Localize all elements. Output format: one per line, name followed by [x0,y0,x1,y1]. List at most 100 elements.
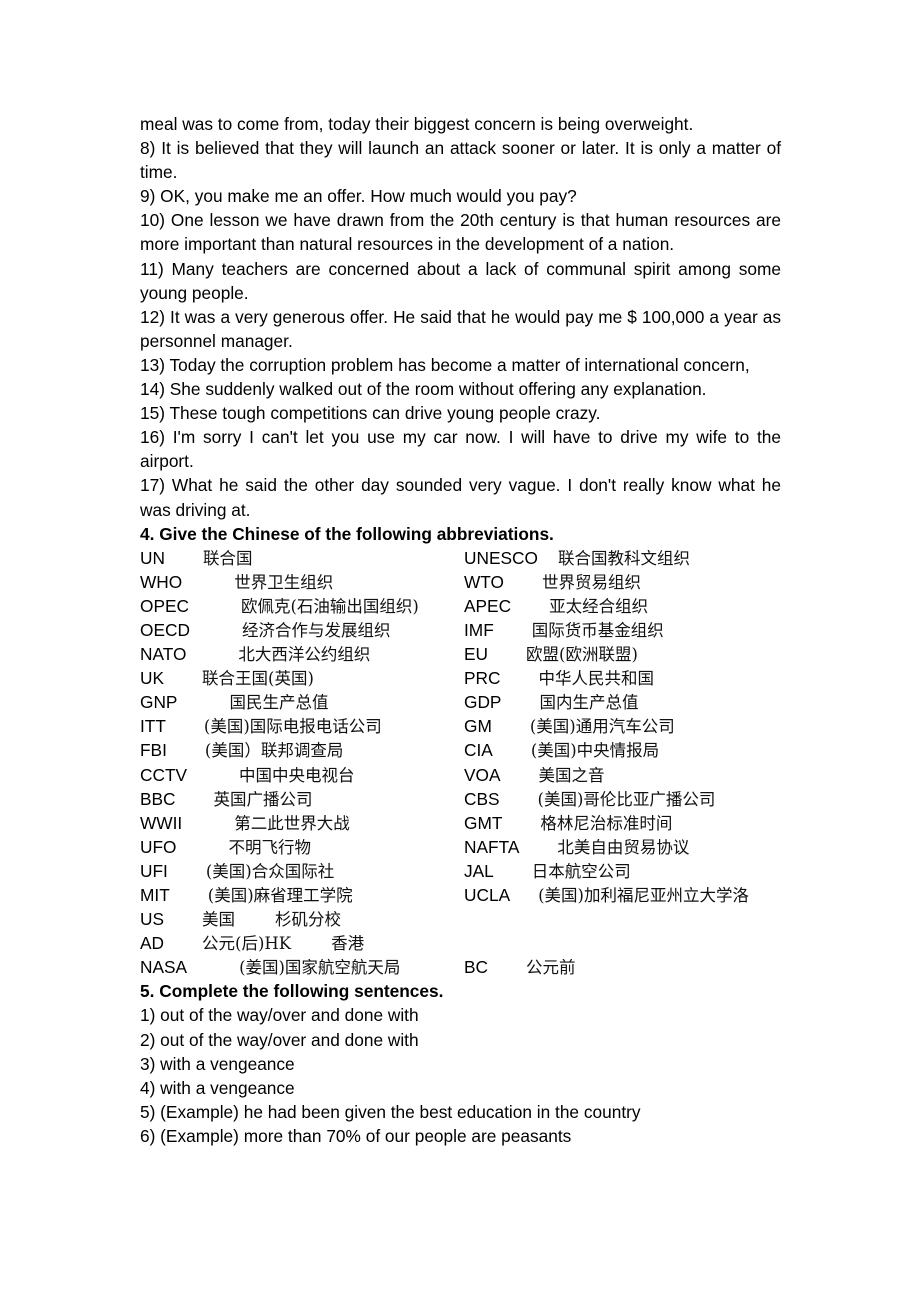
chinese-translation: 美国之音 [538,765,605,785]
abbreviation-row: NASA (姜国)国家航空航天局 BC 公元前 [140,955,781,979]
abbreviation-entry-right: IMF 国际货币基金组织 [464,618,664,643]
sentence-10: 10) One lesson we have drawn from the 20… [140,210,781,255]
abbreviation: VOA [464,764,501,785]
abbreviation-row: UFI (美国)合众国际社 JAL 日本航空公司 [140,859,781,883]
chinese-translation: 公元(后)HK [202,934,292,954]
chinese-translation: (美国)中央情报局 [530,741,660,761]
chinese-translation: 不明飞行物 [228,837,311,857]
section5-heading: 5. Complete the following sentences. [140,981,444,1002]
sentence-7-tail: meal was to come from, today their bigge… [140,114,694,134]
answer-1: 1) out of the way/over and done with [140,1005,419,1026]
abbreviation-row: ITT (美国)国际电报电话公司 GM (美国)通用汽车公司 [140,714,781,738]
abbreviation-entry-right: JAL 日本航空公司 [464,859,631,884]
abbreviation: UCLA [464,885,511,905]
abbreviation-entry-left: UFI (美国)合众国际社 [140,859,334,884]
abbreviation: NATO [140,644,187,665]
abbreviation: UFO [140,836,177,857]
abbreviation-row: FBI (美国）联邦调查局 CIA (美国)中央情报局 [140,738,781,762]
abbreviation: WHO [140,571,183,592]
chinese-translation: 世界贸易组织 [542,572,641,592]
answer-3: 3) with a vengeance [140,1053,295,1074]
abbreviation: IMF [464,619,494,640]
chinese-translation: 联合王国(英国) [202,669,314,689]
abbreviation: OECD [140,619,190,640]
abbreviation-row: WWII 第二此世界大战 GMT 格林尼治标准时间 [140,811,781,835]
chinese-translation-continued: 香港 [331,934,365,954]
answer-5: 5) (Example) he had been given the best … [140,1101,641,1122]
chinese-translation: (美国)加利福尼亚州立大学洛 [538,886,749,905]
chinese-translation: (美国)合众国际社 [205,861,335,881]
chinese-translation: 中国中央电视台 [239,765,355,785]
abbreviation: APEC [464,595,512,616]
chinese-translation: 联合国 [202,548,253,568]
chinese-translation: (美国)麻省理工学院 [207,886,353,905]
abbreviation-entry-left: NATO 北大西洋公约组织 [140,642,370,667]
abbreviation-row: OPEC 欧佩克(石油输出国组织) APEC 亚太经合组织 [140,594,781,618]
abbreviation: EU [464,644,489,665]
abbreviation-entry-right: GM (美国)通用汽车公司 [464,714,675,739]
abbreviation-table: UN 联合国 UNESCO 联合国教科文组织 WHO 世界卫生组织 WTO 世界贸易组织 OPE… [140,546,781,980]
abbreviation: MIT [140,885,170,905]
abbreviation-entry-left: BBC 英国广播公司 [140,787,313,812]
abbreviation-entry-left: GNP 国民生产总值 [140,690,328,715]
chinese-translation: 国内生产总值 [539,693,639,713]
abbreviation-entry-left: WHO 世界卫生组织 [140,570,333,595]
chinese-translation: (姜国)国家航空航天局 [239,958,401,978]
abbreviation-row: CCTV 中国中央电视台 VOA 美国之音 [140,763,781,787]
abbreviation-entry-left: ITT (美国)国际电报电话公司 [140,714,382,739]
chinese-translation: 欧佩克(石油输出国组织) [240,596,419,616]
chinese-translation: 公元前 [526,958,576,978]
answer-2: 2) out of the way/over and done with [140,1029,419,1050]
abbreviation-row: US 美国 杉矶分校 [140,907,781,931]
abbreviation: BBC [140,788,176,809]
abbreviation-entry-left: UFO 不明飞行物 [140,835,311,860]
answer-6: 6) (Example) more than 70% of our people… [140,1125,572,1146]
abbreviation-entry-left: MIT (美国)麻省理工学院 [140,883,353,908]
abbreviation-entry-left: FBI (美国）联邦调查局 [140,738,343,763]
chinese-translation: 欧盟(欧洲联盟) [526,645,638,665]
section3-list: meal was to come from, today their bigge… [140,112,781,522]
abbreviation-entry-right: CBS (美国)哥伦比亚广播公司 [464,787,715,812]
abbreviation-entry-left: UN 联合国 [140,546,252,571]
section5-list: 1) out of the way/over and done with 2) … [140,1003,781,1148]
abbreviation-entry-right: BC 公元前 [464,955,576,980]
abbreviation-entry-left: CCTV 中国中央电视台 [140,763,355,788]
sentence-13: 13) Today the corruption problem has bec… [140,354,750,375]
abbreviation: GDP [464,692,502,713]
chinese-translation: 中华人民共和国 [538,669,655,689]
abbreviation-row: UK 联合王国(英国) PRC 中华人民共和国 [140,666,781,690]
sentence-9: 9) OK, you make me an offer. How much wo… [140,186,577,207]
chinese-translation: 经济合作与发展组织 [241,620,391,640]
chinese-translation: 北大西洋公约组织 [238,645,371,665]
abbreviation-entry-right: EU 欧盟(欧洲联盟) [464,642,638,667]
answer-4: 4) with a vengeance [140,1077,295,1098]
abbreviation: WWII [140,812,183,833]
abbreviation-entry-left: UK 联合王国(英国) [140,666,314,691]
chinese-translation: (美国)通用汽车公司 [529,717,675,737]
chinese-translation: 格林尼治标准时间 [540,813,673,833]
abbreviation-entry-right: CIA (美国)中央情报局 [464,738,659,763]
sentence-17: 17) What he said the other day sounded v… [140,475,781,520]
sentence-14: 14) She suddenly walked out of the room … [140,379,707,400]
abbreviation-entry-right: GDP 国内生产总值 [464,690,638,715]
abbreviation: WTO [464,571,504,592]
chinese-translation: 第二此世界大战 [234,813,350,833]
sentence-11: 11) Many teachers are concerned about a … [140,258,781,303]
abbreviation-entry-right: APEC 亚太经合组织 [464,594,648,619]
chinese-translation: 国民生产总值 [229,693,329,713]
abbreviation-entry-left: AD 公元(后)HK 香港 [140,931,364,956]
abbreviation: GM [464,716,492,737]
abbreviation: CBS [464,788,500,809]
abbreviation: GNP [140,692,178,713]
abbreviation-entry-right: PRC 中华人民共和国 [464,666,654,691]
abbreviation: NASA [140,957,188,978]
abbreviation-row: UN 联合国 UNESCO 联合国教科文组织 [140,546,781,570]
abbreviation: UN [140,547,165,568]
abbreviation-entry-left: US 美国 杉矶分校 [140,907,341,932]
abbreviation: BC [464,957,489,978]
abbreviation-entry-right: WTO 世界贸易组织 [464,570,641,595]
document-page: meal was to come from, today their bigge… [140,112,781,1148]
sentence-15: 15) These tough competitions can drive y… [140,403,601,424]
sentence-12: 12) It was a very generous offer. He sai… [140,306,781,351]
abbreviation-row: UFO 不明飞行物 NAFTA 北美自由贸易协议 [140,835,781,859]
